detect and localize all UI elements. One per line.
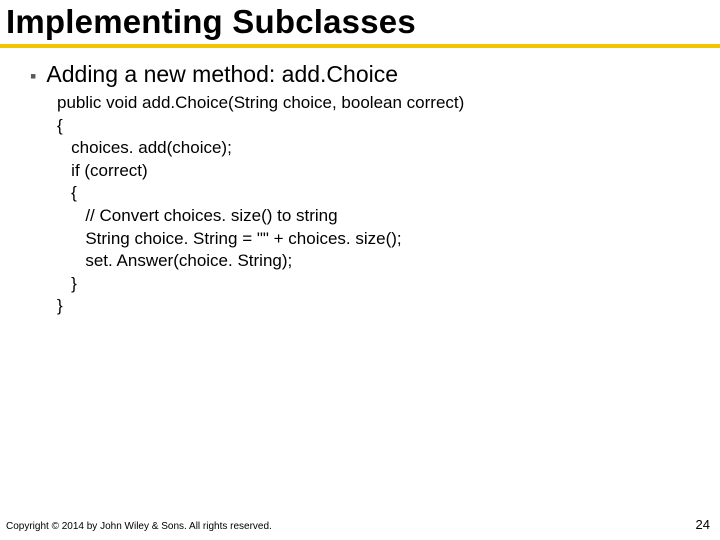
bullet-row: ▪ Adding a new method: add.Choice bbox=[30, 61, 690, 88]
slide: Implementing Subclasses ▪ Adding a new m… bbox=[0, 0, 720, 540]
page-number: 24 bbox=[696, 517, 710, 532]
bullet-method-name: add.Choice bbox=[282, 61, 398, 87]
content-area: ▪ Adding a new method: add.Choice public… bbox=[0, 48, 720, 318]
copyright-footer: Copyright © 2014 by John Wiley & Sons. A… bbox=[6, 521, 272, 532]
bullet-text-wrapper: Adding a new method: add.Choice bbox=[46, 61, 398, 88]
bullet-marker-icon: ▪ bbox=[30, 67, 36, 85]
slide-title: Implementing Subclasses bbox=[0, 0, 720, 44]
code-block: public void add.Choice(String choice, bo… bbox=[57, 92, 690, 318]
bullet-text: Adding a new method: bbox=[46, 61, 281, 87]
